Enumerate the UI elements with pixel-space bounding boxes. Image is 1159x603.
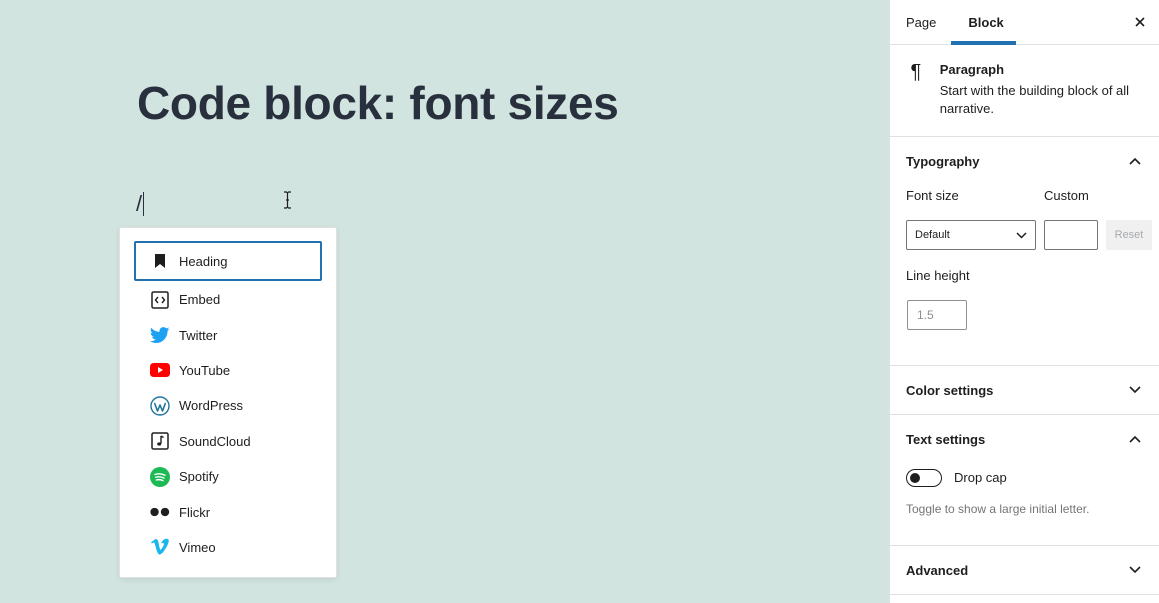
soundcloud-icon <box>150 431 170 451</box>
tab-page[interactable]: Page <box>890 0 952 44</box>
inserter-item-soundcloud[interactable]: SoundCloud <box>134 424 322 459</box>
close-icon <box>1135 17 1145 27</box>
inserter-item-youtube[interactable]: YouTube <box>134 353 322 388</box>
font-size-select[interactable]: Default <box>906 220 1036 250</box>
text-settings-body: Drop cap Toggle to show a large initial … <box>890 463 1159 545</box>
drop-cap-label: Drop cap <box>954 470 1007 485</box>
chevron-down-icon <box>1127 382 1143 398</box>
block-inserter-popover: Heading Embed Twitter YouTube WordPress <box>119 227 337 578</box>
inserter-item-label: Twitter <box>179 327 218 343</box>
text-caret <box>143 192 145 216</box>
drop-cap-help: Toggle to show a large initial letter. <box>906 502 1090 516</box>
close-sidebar-button[interactable] <box>1131 13 1149 31</box>
ibeam-cursor-icon <box>284 191 291 209</box>
tab-page-label: Page <box>906 14 937 30</box>
bookmark-icon <box>150 251 170 271</box>
typography-panel: Typography Font size Custom Default Rese… <box>890 137 1159 366</box>
inserter-item-label: Embed <box>179 292 221 308</box>
inserter-item-wordpress[interactable]: WordPress <box>134 388 322 423</box>
inserter-item-label: WordPress <box>179 398 244 414</box>
chevron-down-icon <box>1127 562 1143 578</box>
drop-cap-toggle[interactable] <box>906 469 942 487</box>
line-height-input[interactable]: 1.5 <box>907 300 967 330</box>
inserter-item-label: SoundCloud <box>179 433 251 449</box>
panel-title: Typography <box>906 153 980 169</box>
color-settings-toggle[interactable]: Color settings <box>890 366 1159 414</box>
inserter-item-label: Spotify <box>179 469 219 485</box>
paragraph-icon: ¶ <box>910 61 922 83</box>
inserter-item-spotify[interactable]: Spotify <box>134 459 322 494</box>
inserter-item-twitter[interactable]: Twitter <box>134 317 322 352</box>
inserter-item-label: YouTube <box>179 362 231 378</box>
typography-panel-toggle[interactable]: Typography <box>890 137 1159 185</box>
twitter-icon <box>150 325 170 345</box>
flickr-icon <box>150 502 170 522</box>
panel-title: Color settings <box>906 382 994 398</box>
reset-font-size-button[interactable]: Reset <box>1106 220 1152 250</box>
vimeo-icon <box>150 537 170 557</box>
line-height-label: Line height <box>906 268 970 283</box>
paragraph-block[interactable]: / <box>136 191 145 217</box>
inserter-item-label: Flickr <box>179 504 211 520</box>
panel-title: Text settings <box>906 431 986 447</box>
settings-sidebar: Page Block ¶ Paragraph Start with the bu… <box>889 0 1159 603</box>
inserter-item-label: Vimeo <box>179 539 216 555</box>
tab-block-label: Block <box>968 14 1004 30</box>
advanced-toggle[interactable]: Advanced <box>890 546 1159 594</box>
text-settings-panel: Text settings Drop cap Toggle to show a … <box>890 415 1159 546</box>
slash-command-text: / <box>136 191 143 216</box>
inserter-item-label: Heading <box>179 253 228 269</box>
panel-title: Advanced <box>906 562 969 578</box>
editor-canvas[interactable]: Code block: font sizes / Heading Embed T… <box>0 0 889 603</box>
active-tab-indicator <box>951 41 1016 45</box>
font-size-label: Font size <box>906 188 959 203</box>
block-description: Start with the building block of all nar… <box>939 83 1130 116</box>
embed-icon <box>150 290 170 310</box>
advanced-panel: Advanced <box>890 546 1159 595</box>
line-height-placeholder: 1.5 <box>917 308 934 322</box>
inserter-item-vimeo[interactable]: Vimeo <box>134 530 322 565</box>
font-size-value: Default <box>915 229 950 241</box>
custom-size-label: Custom <box>1044 188 1089 203</box>
post-title[interactable]: Code block: font sizes <box>137 76 619 130</box>
typography-panel-body: Font size Custom Default Reset Line heig… <box>890 185 1159 365</box>
block-name: Paragraph <box>939 62 1005 77</box>
chevron-up-icon <box>1127 431 1143 447</box>
sidebar-tabs: Page Block <box>890 0 1159 45</box>
chevron-down-icon <box>1016 231 1027 239</box>
youtube-icon <box>150 360 170 380</box>
wordpress-icon <box>150 396 170 416</box>
tab-block[interactable]: Block <box>952 0 1019 44</box>
chevron-up-icon <box>1127 153 1143 169</box>
inserter-item-heading[interactable]: Heading <box>134 241 322 281</box>
inserter-item-embed[interactable]: Embed <box>134 282 322 317</box>
custom-font-size-input[interactable] <box>1044 220 1098 250</box>
text-settings-toggle[interactable]: Text settings <box>890 415 1159 463</box>
reset-label: Reset <box>1114 229 1144 241</box>
spotify-icon <box>150 466 170 487</box>
block-card: ¶ Paragraph Start with the building bloc… <box>890 45 1159 137</box>
color-settings-panel: Color settings <box>890 366 1159 415</box>
inserter-item-flickr[interactable]: Flickr <box>134 494 322 529</box>
toggle-knob <box>910 473 920 483</box>
